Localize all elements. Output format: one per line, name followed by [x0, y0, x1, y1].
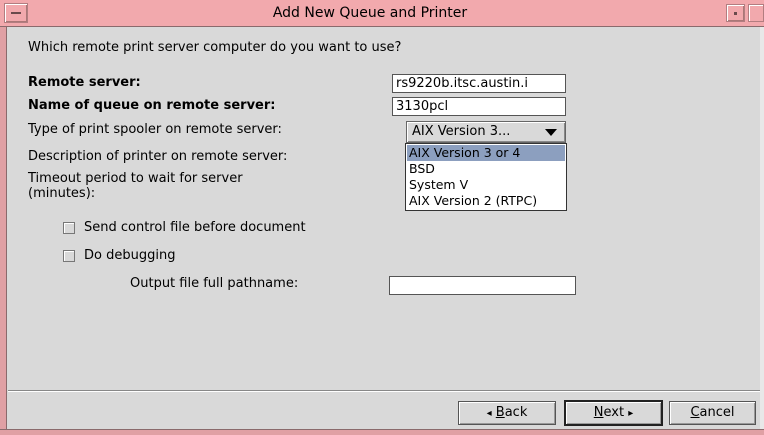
output-file-input[interactable] — [389, 276, 576, 295]
spooler-type-select[interactable]: AIX Version 3... — [406, 121, 566, 143]
cancel-label: ancel — [699, 405, 735, 420]
dropdown-option[interactable]: BSD — [407, 161, 565, 177]
dropdown-option[interactable]: System V — [407, 177, 565, 193]
title-bar[interactable]: Add New Queue and Printer — [0, 0, 764, 27]
window-title: Add New Queue and Printer — [272, 5, 468, 21]
cancel-button[interactable]: Cancel — [669, 401, 756, 425]
next-label: ext — [603, 405, 625, 420]
window-menu-icon[interactable] — [4, 3, 28, 23]
next-arrow-icon: ▸ — [628, 408, 634, 419]
back-label: ack — [504, 405, 528, 420]
remote-server-label: Remote server: — [28, 75, 141, 90]
queue-name-input[interactable]: 3130pcl — [392, 97, 566, 116]
queue-name-label: Name of queue on remote server: — [28, 98, 276, 113]
window-frame-bottom — [0, 429, 764, 435]
spooler-dropdown-list[interactable]: AIX Version 3 or 4 BSD System V AIX Vers… — [405, 143, 567, 211]
maximize-icon[interactable] — [748, 4, 764, 22]
spooler-type-label: Type of print spooler on remote server: — [28, 122, 282, 137]
send-control-label: Send control file before document — [84, 220, 306, 235]
timeout-label-line2: (minutes): — [28, 186, 96, 201]
send-control-checkbox[interactable] — [63, 222, 75, 234]
window-frame-left — [0, 0, 7, 435]
back-button[interactable]: ◂ Back — [458, 401, 556, 425]
back-mnemonic: B — [495, 405, 505, 420]
cancel-mnemonic: C — [690, 405, 700, 420]
debugging-checkbox[interactable] — [63, 250, 75, 262]
next-button[interactable]: Next ▸ — [564, 400, 663, 426]
description-label: Description of printer on remote server: — [28, 149, 288, 164]
chevron-down-icon[interactable] — [545, 129, 557, 136]
remote-server-input[interactable]: rs9220b.itsc.austin.i — [392, 74, 566, 93]
dropdown-option[interactable]: AIX Version 2 (RTPC) — [407, 193, 565, 209]
output-file-label: Output file full pathname: — [130, 276, 299, 291]
back-arrow-icon: ◂ — [486, 408, 492, 419]
debugging-label: Do debugging — [84, 248, 176, 263]
next-mnemonic: N — [593, 405, 604, 420]
spooler-selected-value: AIX Version 3... — [412, 124, 511, 139]
page-prompt: Which remote print server computer do yo… — [28, 40, 402, 55]
timeout-label-line1: Timeout period to wait for server — [28, 171, 243, 186]
minimize-icon[interactable] — [726, 4, 745, 22]
button-separator-highlight — [8, 391, 760, 392]
dropdown-option[interactable]: AIX Version 3 or 4 — [407, 145, 565, 161]
window-frame-right — [760, 0, 764, 435]
